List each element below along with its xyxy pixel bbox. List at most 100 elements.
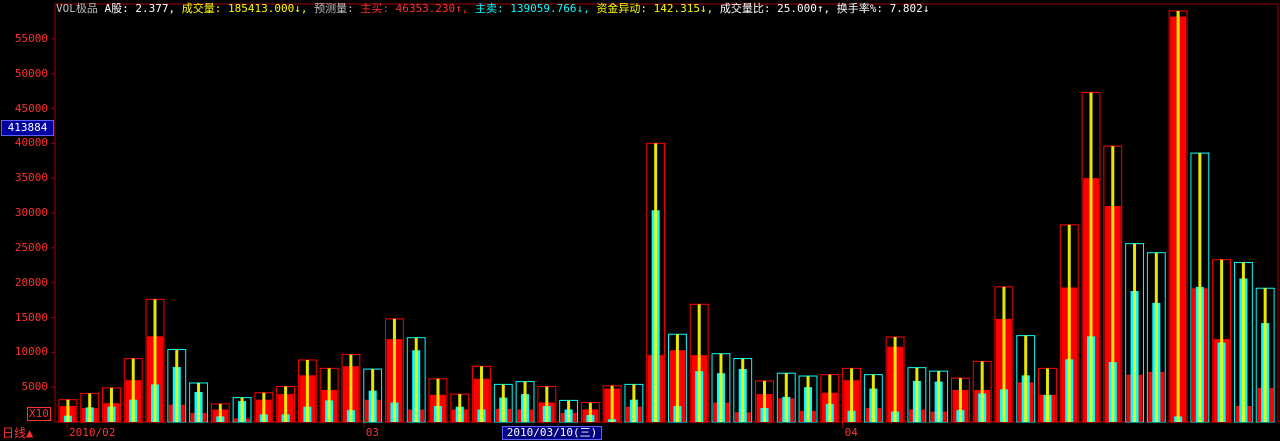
volume-bar-group: [254, 392, 274, 423]
volume-bar-group: [668, 333, 687, 423]
total-volume-line: [915, 367, 919, 422]
volume-bar-group: [515, 381, 535, 423]
total-volume-line: [545, 386, 549, 422]
volume-bar-group: [842, 367, 861, 423]
volume-bar-group: [428, 378, 448, 423]
x10-scale-badge[interactable]: X10: [27, 407, 51, 421]
total-volume-line: [654, 143, 658, 423]
total-volume-line: [523, 381, 527, 422]
total-volume-line: [197, 382, 201, 422]
total-volume-line: [175, 349, 179, 422]
volume-bar-group: [80, 392, 100, 423]
total-volume-line: [958, 378, 962, 422]
volume-bars: [58, 10, 1275, 423]
cursor-value-readout: 413884: [1, 120, 54, 136]
volume-bar-group: [123, 358, 143, 423]
total-volume-line: [109, 387, 113, 422]
total-volume-line: [1024, 335, 1028, 422]
total-volume-line: [1154, 252, 1158, 422]
period-selector[interactable]: 日线▲: [2, 424, 33, 441]
volume-bar-group: [1059, 224, 1079, 423]
total-volume-line: [871, 374, 875, 422]
total-volume-line: [1220, 259, 1224, 422]
total-volume-line: [850, 368, 854, 422]
volume-bar-group: [319, 367, 339, 423]
total-volume-line: [675, 334, 679, 422]
total-volume-line: [784, 373, 788, 422]
indicator-name[interactable]: VOL极品: [56, 2, 98, 15]
volume-bar-group: [1168, 10, 1188, 423]
volume-bar-group: [537, 385, 557, 423]
volume-bar-group: [363, 368, 383, 423]
total-volume-line: [697, 304, 701, 422]
y-tick-label: 45000: [14, 101, 48, 115]
total-volume-line: [66, 399, 70, 422]
volume-bar-group: [580, 401, 600, 423]
volume-bar-group: [1016, 335, 1036, 423]
volume-bar-group: [689, 303, 709, 423]
indicator-header: VOL极品 A股: 2.377, 成交量: 185413.000↓, 预测量: …: [56, 2, 929, 16]
volume-bar-group: [559, 399, 579, 423]
total-volume-line: [414, 337, 418, 422]
total-volume-line: [305, 359, 309, 422]
total-volume-line: [588, 402, 592, 422]
total-volume-line: [719, 353, 723, 422]
y-tick-label: 35000: [14, 171, 48, 185]
total-volume-line: [262, 392, 266, 422]
total-volume-line: [828, 374, 832, 422]
volume-bar-group: [907, 367, 927, 423]
total-volume-line: [349, 354, 353, 422]
volume-bar-group: [232, 397, 252, 423]
total-volume-line: [240, 397, 244, 422]
volume-bar-group: [1038, 367, 1057, 423]
volume-bar-group: [776, 372, 796, 423]
total-volume-line: [762, 380, 766, 422]
volume-bar-group: [1233, 261, 1253, 423]
total-volume-line: [371, 369, 375, 422]
volume-bar-group: [1081, 91, 1101, 423]
volume-bar-group: [972, 360, 992, 423]
volume-bar-group: [472, 365, 491, 423]
indicator-value-3: 主买: 46353.230↑,: [360, 2, 469, 15]
indicator-value-1: 成交量: 185413.000↓,: [175, 2, 308, 15]
y-tick-label: 50000: [14, 66, 48, 80]
volume-bar-group: [798, 375, 818, 423]
total-volume-line: [131, 358, 135, 422]
y-tick-label: 20000: [14, 275, 48, 289]
volume-bar-group: [885, 336, 905, 423]
indicator-value-0: A股: 2.377,: [104, 2, 176, 15]
volume-bar-group: [189, 382, 208, 423]
volume-bar-group: [1125, 243, 1144, 423]
volume-bar-group: [711, 353, 731, 423]
volume-bar-group: [1103, 145, 1123, 423]
x-tick-label: 2010/02: [69, 426, 116, 439]
total-volume-line: [610, 385, 614, 422]
volume-chart[interactable]: [0, 0, 1280, 438]
volume-bar-group: [210, 403, 230, 423]
total-volume-line: [980, 361, 984, 422]
indicator-value-5: 资金异动: 142.315↓,: [589, 2, 714, 15]
total-volume-line: [937, 371, 941, 422]
total-volume-line: [480, 366, 484, 422]
total-volume-line: [1089, 92, 1093, 422]
y-tick-label: 40000: [14, 136, 48, 150]
total-volume-line: [1111, 146, 1115, 422]
indicator-value-4: 主卖: 139059.766↓,: [468, 2, 590, 15]
volume-bar-group: [1146, 252, 1166, 423]
total-volume-line: [1176, 10, 1180, 422]
indicator-value-2: 预测量:: [307, 2, 361, 15]
total-volume-line: [218, 403, 222, 422]
y-tick-label: 55000: [14, 31, 48, 45]
volume-bar-group: [406, 337, 426, 423]
total-volume-line: [806, 376, 810, 422]
x-tick-label: 03: [365, 426, 379, 439]
y-tick-label: 15000: [14, 310, 48, 324]
x-tick-label: 04: [844, 426, 858, 439]
volume-bar-group: [450, 393, 470, 423]
indicator-values: A股: 2.377, 成交量: 185413.000↓, 预测量: 主买: 46…: [105, 2, 930, 15]
total-volume-line: [1263, 288, 1267, 422]
volume-bar-group: [1190, 152, 1210, 423]
y-tick-label: 30000: [14, 206, 48, 219]
total-volume-line: [632, 384, 636, 422]
volume-bar-group: [145, 298, 165, 423]
